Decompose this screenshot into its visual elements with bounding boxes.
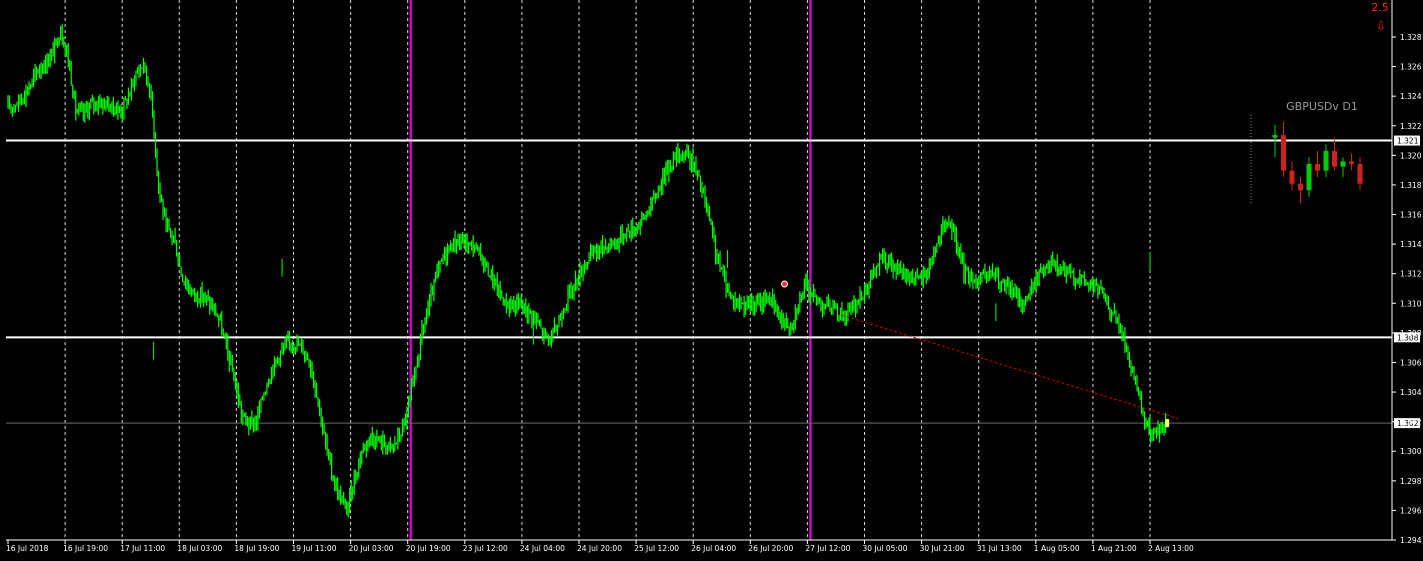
chart-canvas[interactable]: 1.321 1.308 1.302 1.328 1.326 1.324 1.322 1.320… [0, 0, 1423, 557]
time-tick-label: 20 Jul 19:00 [406, 544, 451, 553]
price-tick-label: 1.304 [1400, 388, 1422, 397]
time-tick-label: 2 Aug 13:00 [1148, 544, 1194, 553]
price-tick-label: 1.294 [1400, 536, 1422, 545]
mini-candle-body [1272, 135, 1278, 138]
level-price-label: 1.321 [1397, 137, 1419, 146]
mini-candle-body [1298, 183, 1303, 191]
time-tick-label: 27 Jul 12:00 [805, 544, 850, 553]
price-tick-label: 1.316 [1400, 211, 1422, 220]
time-tick-label: 20 Jul 03:00 [349, 544, 394, 553]
time-tick-label: 23 Jul 12:00 [463, 544, 508, 553]
time-tick-label: 24 Jul 20:00 [577, 544, 622, 553]
mini-candle-body [1332, 150, 1337, 167]
mini-candle-body [1315, 164, 1320, 171]
price-tick-label: 1.328 [1400, 33, 1422, 42]
time-tick-label: 30 Jul 05:00 [863, 544, 908, 553]
mini-candle-body [1323, 150, 1329, 171]
price-tick-label: 1.322 [1400, 122, 1422, 131]
price-tick-label: 1.310 [1400, 299, 1422, 308]
chart-background [0, 0, 1423, 557]
corner-indicator-value: 2.5 [1371, 1, 1389, 14]
time-tick-label: 16 Jul 2018 [6, 544, 49, 553]
time-tick-label: 17 Jul 11:00 [120, 544, 165, 553]
mini-candle-body [1289, 170, 1295, 184]
mini-candle-body [1357, 164, 1363, 184]
price-tick-label: 1.314 [1400, 240, 1422, 249]
time-tick-label: 16 Jul 19:00 [63, 544, 108, 553]
time-tick-label: 25 Jul 12:00 [634, 544, 679, 553]
price-tick-label: 1.302 [1400, 418, 1422, 427]
price-tick-label: 1.312 [1400, 270, 1422, 279]
time-tick-label: 30 Jul 21:00 [920, 544, 965, 553]
time-tick-label: 31 Jul 13:00 [977, 544, 1022, 553]
time-tick-label: 1 Aug 21:00 [1091, 544, 1137, 553]
price-tick-label: 1.318 [1400, 181, 1422, 190]
mini-candle-body [1340, 161, 1346, 167]
price-tick-label: 1.308 [1400, 329, 1422, 338]
price-tick-label: 1.320 [1400, 151, 1422, 160]
mini-candle-body [1306, 164, 1312, 191]
time-tick-label: 26 Jul 20:00 [748, 544, 793, 553]
time-tick-label: 18 Jul 19:00 [234, 544, 279, 553]
price-tick-label: 1.306 [1400, 358, 1422, 367]
mini-candle-body [1349, 161, 1354, 164]
price-tick-label: 1.300 [1400, 447, 1422, 456]
symbol-label: GBPUSDv D1 [1286, 100, 1358, 113]
price-tick-label: 1.296 [1400, 506, 1422, 515]
indicator-marker[interactable] [781, 280, 789, 288]
price-tick-label: 1.324 [1400, 92, 1422, 101]
time-tick-label: 24 Jul 04:00 [520, 544, 565, 553]
time-tick-label: 19 Jul 11:00 [292, 544, 337, 553]
price-tick-label: 1.326 [1400, 63, 1422, 72]
current-price-marker [1165, 419, 1170, 428]
time-tick-label: 18 Jul 03:00 [177, 544, 222, 553]
time-tick-label: 1 Aug 05:00 [1034, 544, 1080, 553]
price-tick-label: 1.298 [1400, 477, 1422, 486]
price-chart[interactable]: 1.321 1.308 1.302 1.328 1.326 1.324 1.322 1.320… [0, 0, 1423, 557]
time-tick-label: 26 Jul 04:00 [691, 544, 736, 553]
mini-candle-body [1281, 135, 1286, 171]
down-arrow-icon: ⇩ [1376, 19, 1386, 33]
